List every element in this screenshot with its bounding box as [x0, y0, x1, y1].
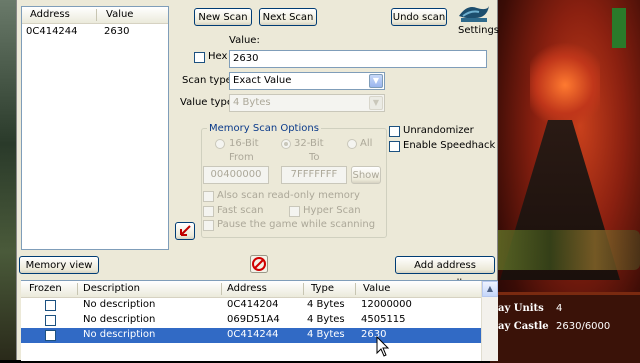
hex-label: Hex	[208, 51, 228, 62]
scan-type-select[interactable]: Exact Value ▼	[229, 72, 385, 90]
row-address: 0C414244	[227, 329, 279, 340]
game-top-icon	[612, 8, 626, 48]
column-separator[interactable]	[355, 283, 356, 295]
new-scan-button[interactable]: New Scan	[194, 8, 252, 26]
found-addresses-list[interactable]: Address Value 0C414244 2630	[21, 6, 169, 250]
lava-glow	[530, 40, 600, 130]
next-scan-button[interactable]: Next Scan	[259, 8, 317, 26]
col-value[interactable]: Value	[363, 283, 390, 294]
column-separator[interactable]	[221, 283, 222, 295]
found-list-row[interactable]: 0C414244 2630	[22, 25, 168, 39]
from-address-input[interactable]: 00400000	[203, 166, 269, 184]
add-to-list-button[interactable]	[175, 222, 195, 240]
row-value: 12000000	[361, 299, 412, 310]
value-type-select[interactable]: 4 Bytes ▼	[229, 94, 385, 112]
value-label: Value:	[229, 35, 260, 46]
game-status-bar: ay Units 4 ay Castle 2630/6000	[490, 292, 640, 363]
castle-row: ay Castle 2630/6000	[498, 321, 610, 335]
table-row[interactable]: No description 0C414204 4 Bytes 12000000	[21, 298, 481, 313]
units-row: ay Units 4	[498, 303, 562, 317]
frozen-checkbox[interactable]	[45, 300, 56, 311]
row-description: No description	[83, 299, 156, 310]
vertical-scrollbar[interactable]: ▲	[481, 281, 498, 361]
pointer-arrow-icon	[180, 225, 191, 236]
value-type-value: 4 Bytes	[233, 97, 271, 108]
mouse-cursor-icon	[376, 335, 390, 358]
cheat-engine-window: Address Value 0C414244 2630 New Scan Nex…	[16, 0, 499, 361]
stop-icon[interactable]	[250, 255, 268, 273]
found-list-header: Address Value	[22, 7, 168, 24]
cheat-engine-logo-icon[interactable]	[457, 2, 491, 24]
column-separator[interactable]	[96, 9, 97, 21]
col-frozen[interactable]: Frozen	[29, 283, 62, 294]
radio-all-label: All	[360, 138, 373, 149]
fast-scan-label: Fast scan	[217, 205, 264, 216]
unrandomizer-checkbox[interactable]	[389, 126, 400, 137]
speedhack-checkbox[interactable]	[389, 141, 400, 152]
radio-16bit-label: 16-Bit	[229, 138, 259, 149]
from-label: From	[229, 152, 254, 163]
radio-32bit[interactable]	[281, 139, 291, 149]
units-label: ay Units	[498, 303, 544, 314]
speedhack-label: Enable Speedhack	[403, 140, 496, 151]
castle-value: 2630/6000	[556, 321, 611, 332]
pause-checkbox[interactable]	[203, 220, 214, 231]
col-type[interactable]: Type	[311, 283, 334, 294]
frozen-checkbox[interactable]	[45, 315, 56, 326]
frozen-checkbox[interactable]	[45, 330, 56, 341]
memory-view-button[interactable]: Memory view	[19, 256, 99, 274]
row-description: No description	[83, 314, 156, 325]
cheat-table[interactable]: Frozen Description Address Type Value No…	[21, 280, 498, 361]
settings-link[interactable]: Settings	[458, 25, 499, 36]
units-value: 4	[556, 303, 563, 314]
combo-arrow-icon[interactable]: ▼	[369, 74, 383, 88]
readonly-label: Also scan read-only memory	[217, 190, 360, 201]
hex-checkbox[interactable]	[194, 52, 205, 63]
column-separator[interactable]	[77, 283, 78, 295]
scan-type-value: Exact Value	[233, 75, 292, 86]
pause-label: Pause the game while scanning	[217, 219, 376, 230]
radio-16bit[interactable]	[215, 139, 225, 149]
row-type: 4 Bytes	[307, 314, 345, 325]
value-input[interactable]: 2630	[229, 50, 487, 68]
found-address: 0C414244	[26, 26, 78, 37]
column-separator[interactable]	[303, 283, 304, 295]
readonly-checkbox[interactable]	[203, 191, 214, 202]
found-value: 2630	[104, 26, 130, 37]
col-address[interactable]: Address	[227, 283, 267, 294]
hyper-scan-label: Hyper Scan	[303, 205, 361, 216]
game-units	[490, 230, 640, 270]
show-button[interactable]: Show	[351, 166, 381, 184]
to-address-input[interactable]: 7FFFFFFF	[281, 166, 347, 184]
memory-scan-options-title: Memory Scan Options	[207, 123, 321, 134]
table-row-selected[interactable]: No description 0C414244 4 Bytes 2630	[21, 328, 481, 343]
radio-all[interactable]	[347, 139, 357, 149]
col-address[interactable]: Address	[30, 9, 70, 20]
row-description: No description	[83, 329, 156, 340]
fast-scan-checkbox[interactable]	[203, 206, 214, 217]
scan-type-label: Scan type	[182, 75, 232, 86]
radio-32bit-label: 32-Bit	[294, 138, 324, 149]
castle-label: ay Castle	[498, 321, 549, 332]
unrandomizer-label: Unrandomizer	[403, 125, 474, 136]
row-address: 0C414204	[227, 299, 279, 310]
row-type: 4 Bytes	[307, 299, 345, 310]
row-address: 069D51A4	[227, 314, 280, 325]
col-value[interactable]: Value	[106, 9, 133, 20]
col-description[interactable]: Description	[83, 283, 140, 294]
to-label: To	[309, 152, 320, 163]
scroll-up-icon[interactable]: ▲	[482, 281, 498, 297]
hyper-scan-checkbox[interactable]	[289, 206, 300, 217]
undo-scan-button[interactable]: Undo scan	[391, 8, 447, 26]
add-address-manually-button[interactable]: Add address manually	[395, 256, 495, 289]
table-row[interactable]: No description 069D51A4 4 Bytes 4505115	[21, 313, 481, 328]
combo-arrow-icon[interactable]: ▼	[369, 96, 383, 110]
cheat-table-header: Frozen Description Address Type Value	[21, 281, 481, 298]
value-type-label: Value type	[180, 97, 233, 108]
row-value: 4505115	[361, 314, 406, 325]
row-type: 4 Bytes	[307, 329, 345, 340]
